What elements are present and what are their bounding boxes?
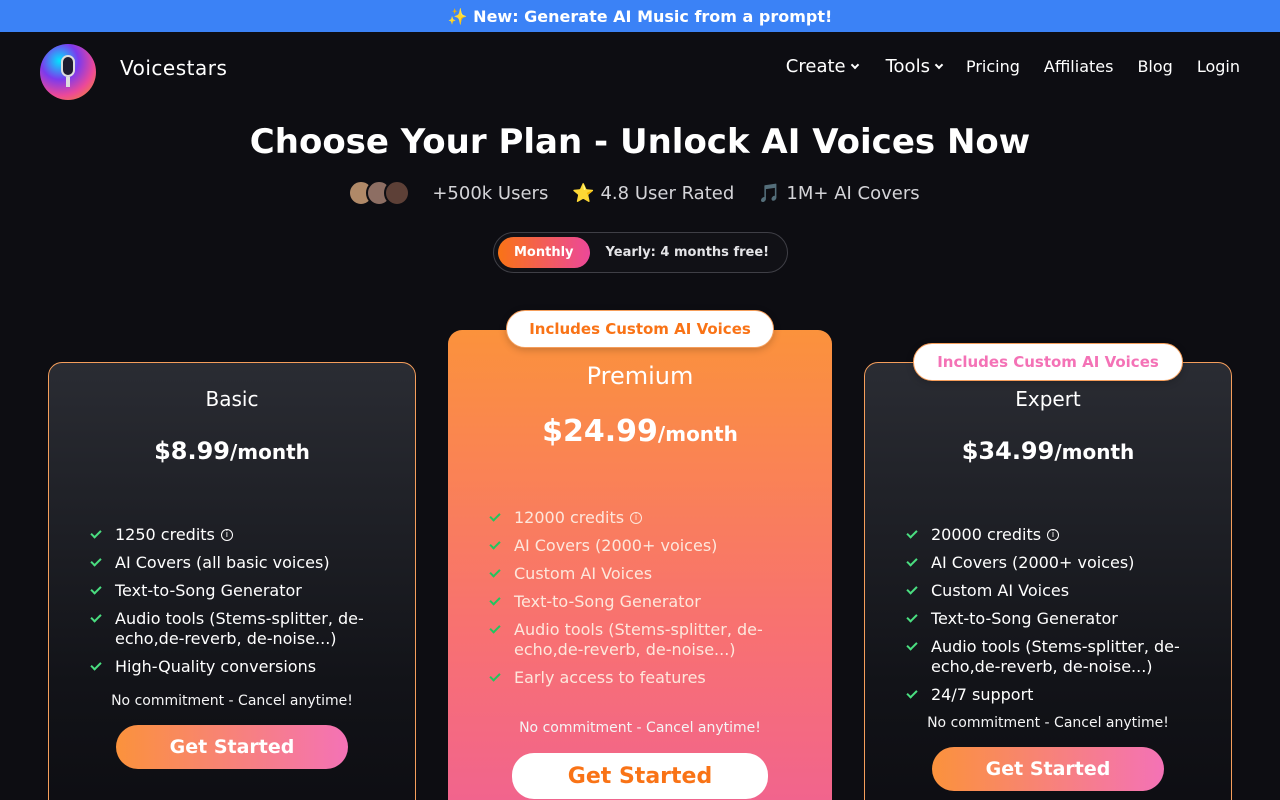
check-icon (489, 670, 501, 682)
plan-card-expert: Expert $34.99/month 20000 credits i AI Co… (864, 362, 1232, 800)
check-icon (489, 594, 501, 606)
check-icon (906, 687, 918, 699)
cancel-note: No commitment - Cancel anytime! (111, 693, 353, 709)
info-icon[interactable]: i (630, 512, 643, 524)
brand-name[interactable]: Voicestars (120, 56, 227, 80)
check-icon (906, 583, 918, 595)
plan-name: Expert (1015, 387, 1081, 411)
check-icon (906, 555, 918, 567)
nav-login[interactable]: Login (1197, 57, 1240, 76)
microphone-icon (61, 55, 75, 77)
top-nav: Voicestars Create Tools Pricing Affiliat… (0, 32, 1280, 104)
check-icon (906, 527, 918, 539)
check-icon (489, 622, 501, 634)
list-item: Text-to-Song Generator (905, 609, 1201, 629)
nav-create[interactable]: Create (786, 56, 859, 77)
nav-affiliates[interactable]: Affiliates (1044, 57, 1114, 76)
plan-price: $34.99/month (961, 437, 1135, 465)
list-item: Custom AI Voices (905, 581, 1201, 601)
plan-card-premium: Premium $24.99/month 12000 credits i AI C… (448, 330, 832, 800)
list-item: 12000 credits i (488, 508, 802, 528)
get-started-button[interactable]: Get Started (932, 747, 1164, 791)
feature-list: 1250 credits i AI Covers (all basic voice… (89, 525, 385, 685)
list-item: Custom AI Voices (488, 564, 802, 584)
list-item: Audio tools (Stems-splitter, de-echo,de-… (488, 620, 802, 660)
feature-list: 12000 credits i AI Covers (2000+ voices) … (488, 508, 802, 696)
custom-voices-badge: Includes Custom AI Voices (506, 310, 774, 348)
check-icon (90, 659, 102, 671)
user-avatars (348, 180, 411, 206)
custom-voices-badge: Includes Custom AI Voices (913, 343, 1183, 381)
check-icon (906, 639, 918, 651)
check-icon (90, 527, 102, 539)
info-icon[interactable]: i (1047, 529, 1060, 541)
check-icon (489, 566, 501, 578)
plan-name: Premium (586, 362, 694, 390)
list-item: High-Quality conversions (89, 657, 385, 677)
check-icon (90, 555, 102, 567)
chevron-down-icon (850, 60, 859, 69)
social-proof-stats: +500k Users ⭐ 4.8 User Rated 🎵 1M+ AI Co… (0, 180, 1280, 206)
list-item: Text-to-Song Generator (89, 581, 385, 601)
nav-blog[interactable]: Blog (1137, 57, 1172, 76)
covers-stat: 🎵 1M+ AI Covers (758, 182, 920, 204)
check-icon (90, 611, 102, 623)
list-item: Text-to-Song Generator (488, 592, 802, 612)
list-item: AI Covers (2000+ voices) (488, 536, 802, 556)
yearly-option[interactable]: Yearly: 4 months free! (590, 245, 770, 260)
voicestars-logo-icon[interactable] (40, 44, 96, 100)
page-title: Choose Your Plan - Unlock AI Voices Now (249, 122, 1031, 162)
announcement-banner[interactable]: ✨ New: Generate AI Music from a prompt! (0, 0, 1280, 32)
nav-pricing[interactable]: Pricing (966, 57, 1020, 76)
cancel-note: No commitment - Cancel anytime! (519, 720, 761, 736)
feature-list: 20000 credits i AI Covers (2000+ voices) … (905, 525, 1201, 713)
list-item: 20000 credits i (905, 525, 1201, 545)
check-icon (489, 510, 501, 522)
list-item: Audio tools (Stems-splitter, de-echo,de-… (905, 637, 1201, 677)
check-icon (906, 611, 918, 623)
list-item: 24/7 support (905, 685, 1201, 705)
plan-price: $8.99/month (154, 437, 310, 465)
chevron-down-icon (934, 60, 944, 69)
users-stat: +500k Users (432, 182, 549, 204)
banner-text[interactable]: ✨ New: Generate AI Music from a prompt! (448, 7, 833, 26)
plan-card-basic: Basic $8.99/month 1250 credits i AI Cover… (48, 362, 416, 800)
plan-name: Basic (205, 387, 259, 411)
list-item: Early access to features (488, 668, 802, 688)
monthly-option[interactable]: Monthly (498, 237, 590, 268)
billing-toggle[interactable]: Monthly Yearly: 4 months free! (493, 232, 788, 273)
plan-price: $24.99/month (542, 414, 738, 449)
nav-links: Create Tools Pricing Affiliates Blog Log… (758, 56, 1240, 77)
check-icon (489, 538, 501, 550)
avatar (384, 180, 411, 206)
list-item: Audio tools (Stems-splitter, de-echo,de-… (89, 609, 385, 649)
rating-stat: ⭐ 4.8 User Rated (572, 182, 735, 204)
cancel-note: No commitment - Cancel anytime! (927, 715, 1169, 731)
nav-tools[interactable]: Tools (886, 56, 944, 77)
info-icon[interactable]: i (220, 529, 233, 541)
list-item: 1250 credits i (89, 525, 385, 545)
check-icon (90, 583, 102, 595)
list-item: AI Covers (all basic voices) (89, 553, 385, 573)
list-item: AI Covers (2000+ voices) (905, 553, 1201, 573)
get-started-button[interactable]: Get Started (512, 753, 768, 799)
get-started-button[interactable]: Get Started (116, 725, 348, 769)
